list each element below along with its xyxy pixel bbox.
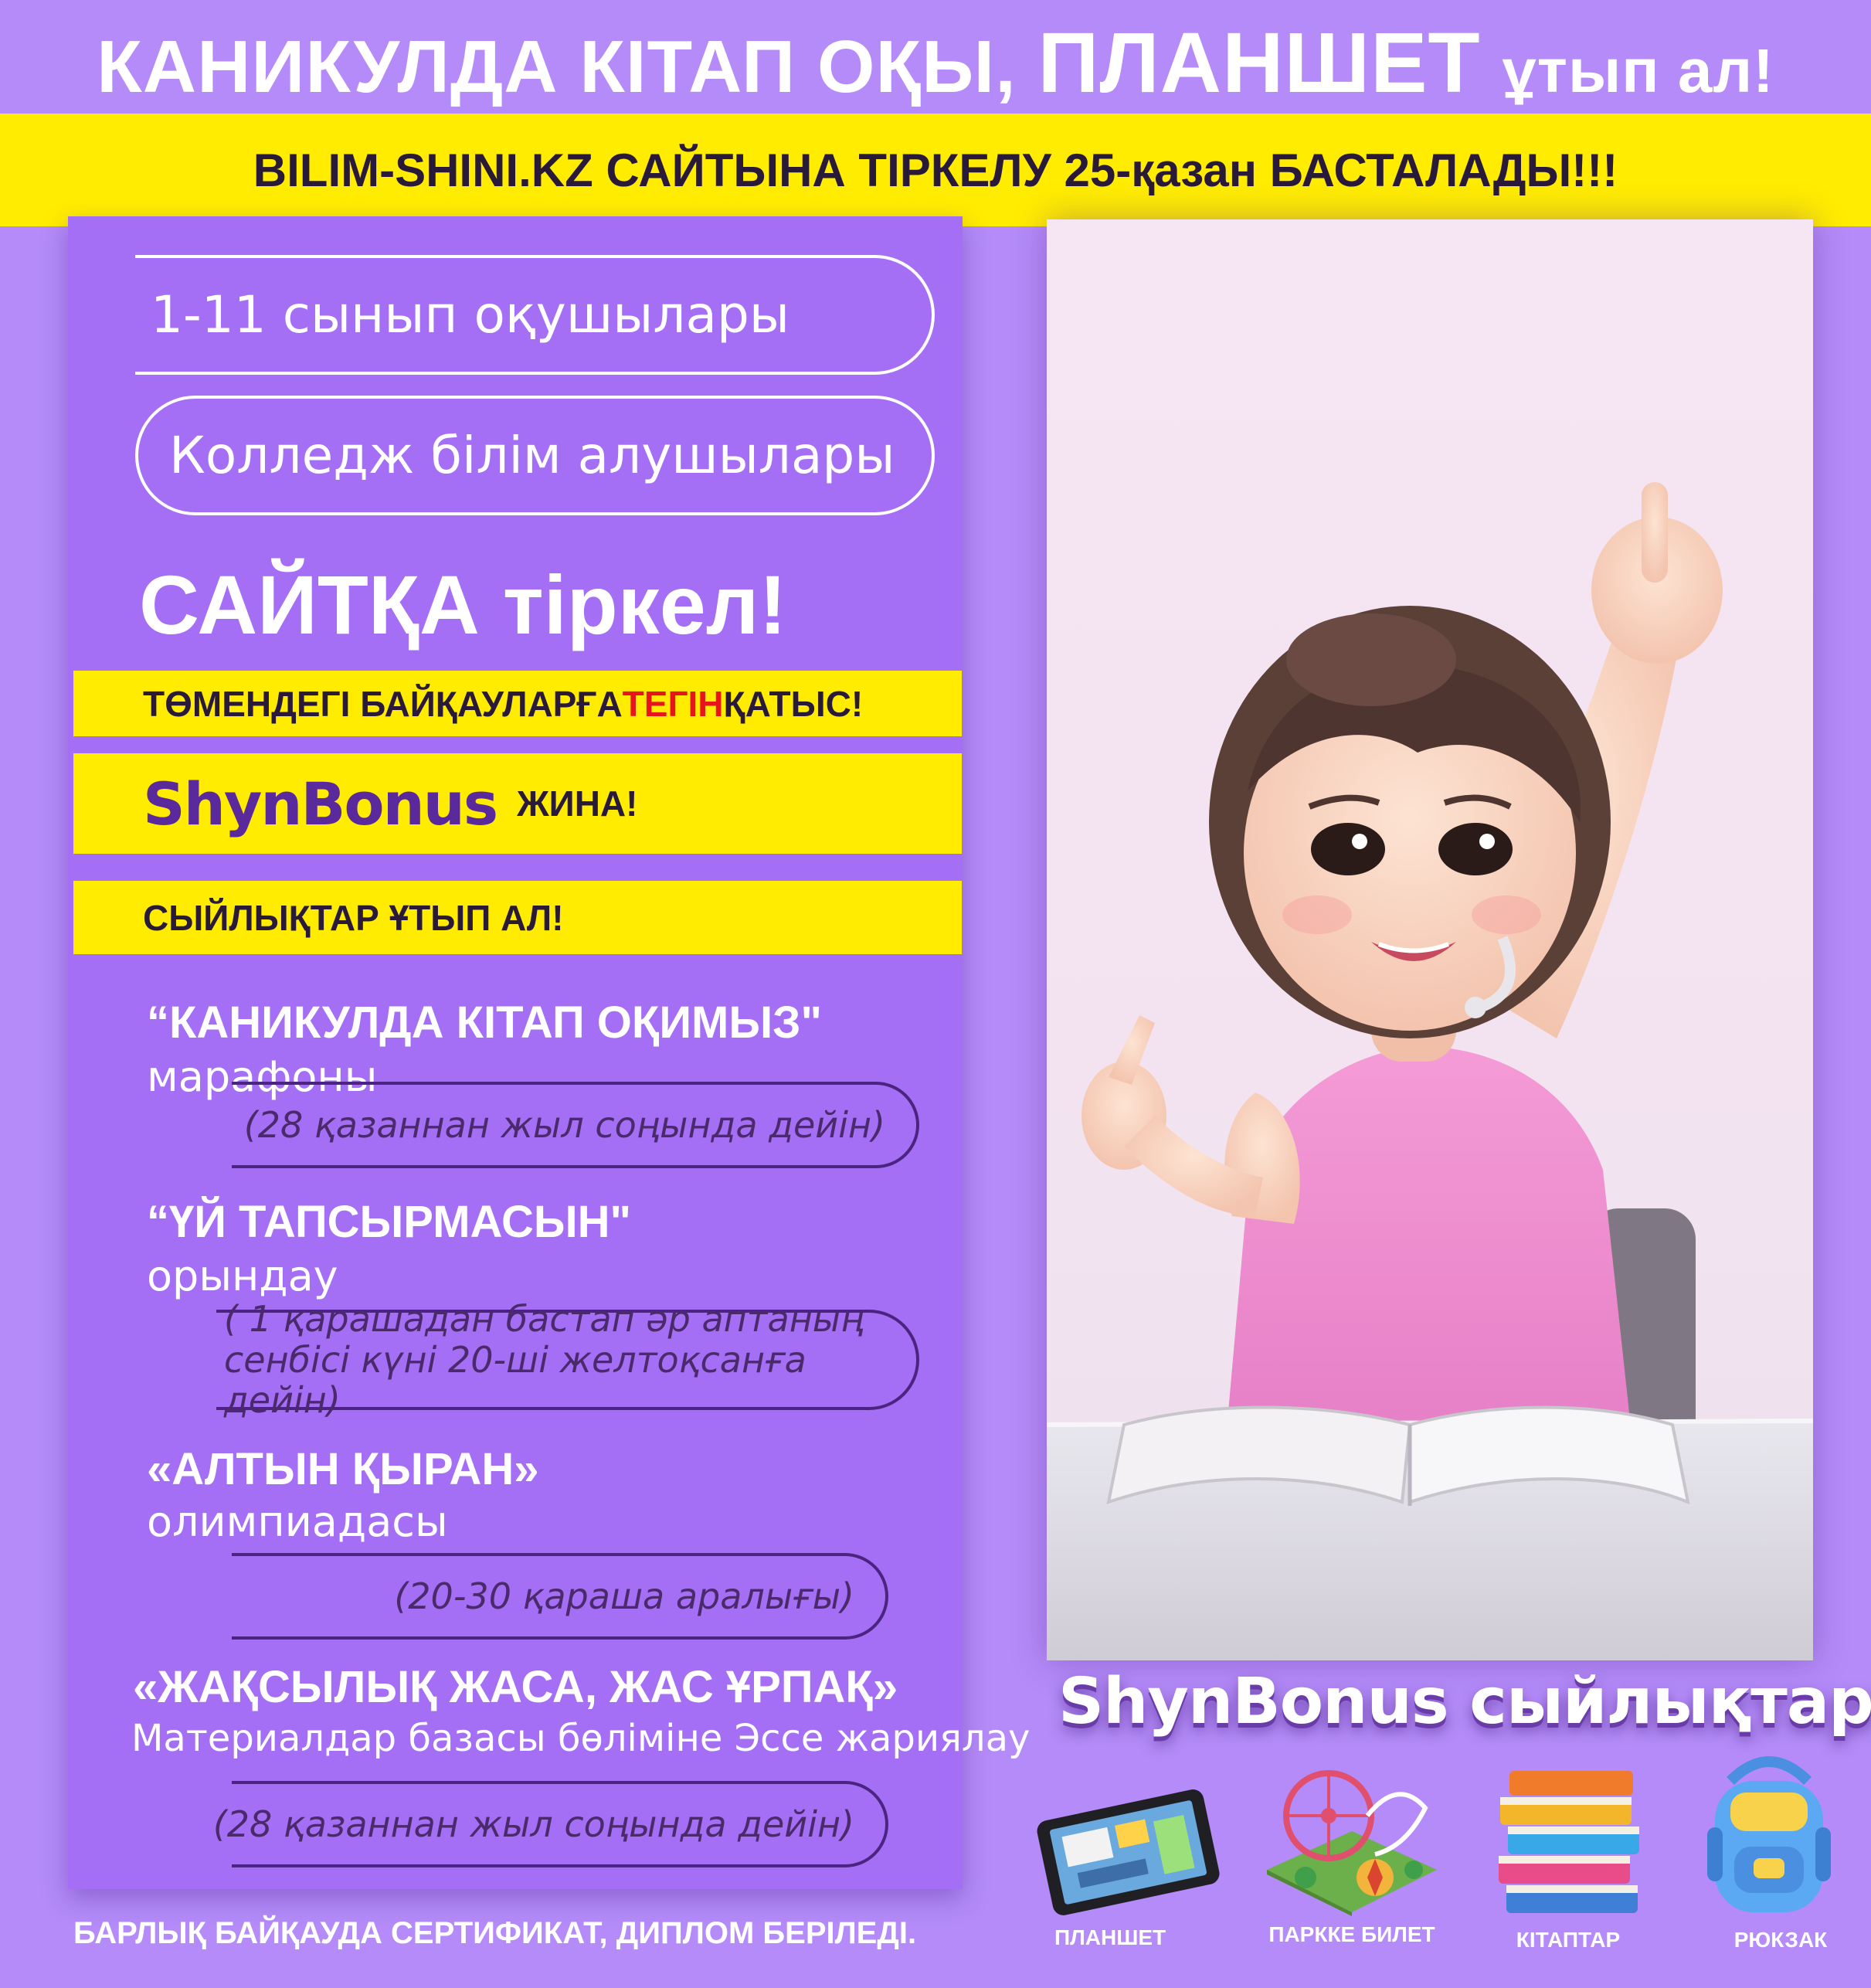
shynbonus-brand: ShynBonus xyxy=(143,769,498,838)
contest-dates: ( 1 қарашадан бастап әр аптаның сенбісі … xyxy=(216,1298,919,1421)
tablet-icon xyxy=(1037,1789,1220,1915)
announcement-text: BILIM-SHINI.KZ САЙТЫНА ТІРКЕЛУ 25-қазан … xyxy=(253,144,1618,196)
audience-grades-text: 1-11 сынып оқушылары xyxy=(151,285,789,345)
footer-note: БАРЛЫҚ БАЙҚАУДА СЕРТИФИКАТ, ДИПЛОМ БЕРІЛ… xyxy=(73,1916,917,1950)
contest-dates-text: (28 қазаннан жыл соңында дейін) xyxy=(212,1803,854,1845)
audience-college-text: Колледж білім алушылары xyxy=(169,426,895,485)
contest-title: “ҮЙ ТАПСЫРМАСЫН" xyxy=(147,1197,632,1247)
contest-dates: (28 қазаннан жыл соңында дейін) xyxy=(213,1781,888,1867)
bonus-action: ЖИНА! xyxy=(517,783,638,824)
contest-title: “КАНИКУЛДА КІТАП ОҚИМЫЗ" xyxy=(147,997,822,1048)
contest-dates: (20-30 қараша аралығы) xyxy=(232,1553,888,1640)
header-title-part1: КАНИКУЛДА КІТАП ОҚЫ, xyxy=(97,25,1017,108)
header-title-part2: ПЛАНШЕТ xyxy=(1037,15,1481,110)
register-cta: САЙТҚА тіркел! xyxy=(139,558,787,651)
prizes-cta-text: СЫЙЛЫҚТАР ҰТЫП АЛ! xyxy=(143,897,564,938)
bonus-bar: ShynBonus ЖИНА! xyxy=(73,753,962,854)
header-title: КАНИКУЛДА КІТАП ОҚЫ, ПЛАНШЕТ ұтып ал! xyxy=(0,14,1871,112)
girl-illustration xyxy=(1047,219,1813,1660)
books-icon xyxy=(1499,1771,1639,1913)
girl-raising-hand-icon xyxy=(1047,482,1813,1660)
prize-label-backpack: РЮКЗАК xyxy=(1733,1928,1828,1952)
contest-title: «ЖАҚСЫЛЫҚ ЖАСА, ЖАС ҰРПАҚ» xyxy=(133,1662,898,1712)
prize-label-books: КІТАПТАР xyxy=(1516,1928,1621,1952)
contest-dates-line1: ( 1 қарашадан бастап әр аптаның xyxy=(224,1297,864,1340)
audience-college-pill: Колледж білім алушылары xyxy=(135,396,935,515)
header-title-part3: ұтып ал! xyxy=(1502,36,1774,105)
participate-free-word: ТЕГІН xyxy=(622,683,724,724)
contest-subtitle: олимпиадасы xyxy=(147,1497,448,1546)
contest-subtitle: Материалдар базасы бөліміне Эссе жарияла… xyxy=(131,1717,1031,1760)
announcement-banner: BILIM-SHINI.KZ САЙТЫНА ТІРКЕЛУ 25-қазан … xyxy=(0,114,1871,226)
participate-text-before: ТӨМЕНДЕГІ БАЙҚАУЛАРҒА xyxy=(143,683,623,724)
contest-title: «АЛТЫН ҚЫРАН» xyxy=(147,1444,539,1494)
shynbonus-prizes-heading: ShynBonus сыйлықтары xyxy=(1058,1665,1871,1738)
amusement-park-icon xyxy=(1267,1770,1437,1916)
audience-grades-pill: 1-11 сынып оқушылары xyxy=(135,255,935,375)
contest-dates-text: (20-30 қараша аралығы) xyxy=(394,1575,854,1617)
participate-text-after: ҚАТЫС! xyxy=(723,683,864,724)
prize-label-tablet: ПЛАНШЕТ xyxy=(1054,1925,1166,1949)
contest-dates: (28 қазаннан жыл соңында дейін) xyxy=(232,1082,919,1168)
prize-label-park-ticket: ПАРККЕ БИЛЕТ xyxy=(1268,1922,1435,1946)
participate-bar: ТӨМЕНДЕГІ БАЙҚАУЛАРҒА ТЕГІН ҚАТЫС! xyxy=(73,671,962,736)
contest-subtitle: орындау xyxy=(147,1252,338,1300)
prizes-bar: СЫЙЛЫҚТАР ҰТЫП АЛ! xyxy=(73,881,962,954)
contest-dates-line2: сенбісі күні 20-ші желтоқсанға дейін) xyxy=(224,1338,806,1422)
backpack-icon xyxy=(1707,1756,1831,1912)
contest-dates-text: (28 қазаннан жыл соңында дейін) xyxy=(243,1103,885,1146)
